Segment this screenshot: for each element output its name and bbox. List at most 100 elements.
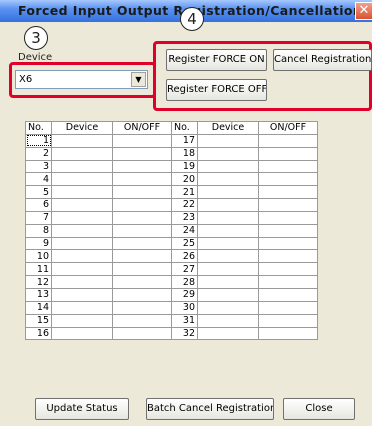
device-cell[interactable] [197, 313, 259, 328]
row-number-cell[interactable]: 27 [171, 262, 198, 277]
table-row[interactable]: 14 30 [25, 300, 318, 315]
row-number-cell[interactable]: 31 [171, 313, 198, 328]
onoff-cell[interactable] [258, 313, 318, 328]
onoff-cell[interactable] [258, 146, 318, 161]
row-number-cell[interactable]: 11 [25, 262, 52, 277]
row-number-cell[interactable]: 13 [25, 287, 52, 302]
device-cell[interactable] [197, 133, 259, 148]
onoff-cell[interactable] [258, 133, 318, 148]
row-number-cell[interactable]: 15 [25, 313, 52, 328]
onoff-cell[interactable] [112, 326, 172, 341]
row-number-cell[interactable]: 16 [25, 326, 52, 341]
onoff-cell[interactable] [258, 326, 318, 341]
device-cell[interactable] [197, 185, 259, 200]
onoff-cell[interactable] [258, 223, 318, 238]
onoff-cell[interactable] [112, 313, 172, 328]
device-cell[interactable] [51, 326, 113, 341]
onoff-cell[interactable] [112, 223, 172, 238]
device-cell[interactable] [197, 262, 259, 277]
table-row[interactable]: 5 21 [25, 185, 318, 200]
table-row[interactable]: 3 19 [25, 159, 318, 174]
device-cell[interactable] [197, 236, 259, 251]
device-cell[interactable] [51, 210, 113, 225]
register-force-off-button[interactable]: Register FORCE OFF [166, 79, 267, 101]
onoff-cell[interactable] [112, 300, 172, 315]
device-cell[interactable] [51, 262, 113, 277]
onoff-cell[interactable] [112, 133, 172, 148]
table-row[interactable]: 2 18 [25, 146, 318, 161]
row-number-cell[interactable]: 12 [25, 275, 52, 289]
row-number-cell[interactable]: 26 [171, 249, 198, 264]
row-number-cell[interactable]: 19 [171, 159, 198, 174]
device-cell[interactable] [197, 146, 259, 161]
device-cell[interactable] [197, 326, 259, 341]
table-row[interactable]: 1 17 [25, 133, 318, 148]
row-number-cell[interactable]: 9 [25, 236, 52, 251]
device-cell[interactable] [51, 236, 113, 251]
row-number-cell[interactable]: 18 [171, 146, 198, 161]
row-number-cell[interactable]: 20 [171, 172, 198, 187]
device-cell[interactable] [51, 287, 113, 302]
onoff-cell[interactable] [258, 210, 318, 225]
row-number-cell[interactable]: 4 [25, 172, 52, 187]
device-cell[interactable] [197, 172, 259, 187]
row-number-cell[interactable]: 1 [25, 133, 52, 148]
device-cell[interactable] [51, 313, 113, 328]
row-number-cell[interactable]: 23 [171, 210, 198, 225]
dropdown-arrow-icon[interactable]: ▼ [131, 72, 146, 87]
device-cell[interactable] [51, 223, 113, 238]
device-cell[interactable] [197, 287, 259, 302]
onoff-cell[interactable] [112, 159, 172, 174]
device-cell[interactable] [51, 275, 113, 289]
device-cell[interactable] [51, 300, 113, 315]
onoff-cell[interactable] [112, 185, 172, 200]
device-cell[interactable] [197, 198, 259, 212]
table-row[interactable]: 4 20 [25, 172, 318, 187]
table-row[interactable]: 9 25 [25, 236, 318, 251]
cancel-registration-button[interactable]: Cancel Registration [273, 49, 372, 71]
table-row[interactable]: 11 27 [25, 262, 318, 277]
device-cell[interactable] [51, 146, 113, 161]
device-cell[interactable] [197, 300, 259, 315]
row-number-cell[interactable]: 6 [25, 198, 52, 212]
device-cell[interactable] [197, 249, 259, 264]
onoff-cell[interactable] [258, 300, 318, 315]
row-number-cell[interactable]: 17 [171, 133, 198, 148]
device-cell[interactable] [197, 210, 259, 225]
close-window-button[interactable]: ✕ [355, 2, 372, 20]
device-cell[interactable] [197, 159, 259, 174]
onoff-cell[interactable] [258, 262, 318, 277]
row-number-cell[interactable]: 3 [25, 159, 52, 174]
onoff-cell[interactable] [112, 210, 172, 225]
row-number-cell[interactable]: 7 [25, 210, 52, 225]
update-status-button[interactable]: Update Status [35, 398, 129, 420]
row-number-cell[interactable]: 8 [25, 223, 52, 238]
onoff-cell[interactable] [112, 146, 172, 161]
onoff-cell[interactable] [258, 198, 318, 212]
onoff-cell[interactable] [112, 262, 172, 277]
onoff-cell[interactable] [258, 236, 318, 251]
device-cell[interactable] [51, 185, 113, 200]
register-force-on-button[interactable]: Register FORCE ON [166, 49, 267, 71]
onoff-cell[interactable] [112, 172, 172, 187]
table-row[interactable]: 15 31 [25, 313, 318, 328]
onoff-cell[interactable] [258, 185, 318, 200]
row-number-cell[interactable]: 32 [171, 326, 198, 341]
onoff-cell[interactable] [112, 287, 172, 302]
onoff-cell[interactable] [258, 287, 318, 302]
device-cell[interactable] [51, 159, 113, 174]
row-number-cell[interactable]: 30 [171, 300, 198, 315]
row-number-cell[interactable]: 2 [25, 146, 52, 161]
onoff-cell[interactable] [112, 198, 172, 212]
device-cell[interactable] [51, 249, 113, 264]
row-number-cell[interactable]: 21 [171, 185, 198, 200]
row-number-cell[interactable]: 28 [171, 275, 198, 289]
onoff-cell[interactable] [258, 275, 318, 289]
row-number-cell[interactable]: 5 [25, 185, 52, 200]
onoff-cell[interactable] [112, 275, 172, 289]
onoff-cell[interactable] [258, 249, 318, 264]
device-cell[interactable] [197, 223, 259, 238]
row-number-cell[interactable]: 10 [25, 249, 52, 264]
row-number-cell[interactable]: 22 [171, 198, 198, 212]
row-number-cell[interactable]: 14 [25, 300, 52, 315]
